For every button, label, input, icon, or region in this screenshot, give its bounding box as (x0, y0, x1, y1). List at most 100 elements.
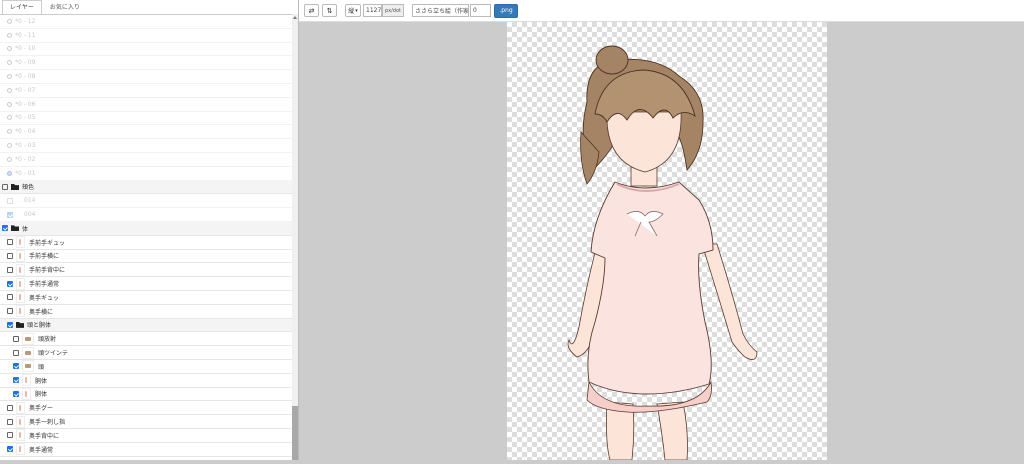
layer-thumbnail (16, 443, 25, 456)
layer-row[interactable]: 手前手通常 (0, 277, 292, 291)
radio-button[interactable] (7, 129, 12, 135)
layer-checkbox[interactable] (7, 211, 13, 218)
layer-thumbnail (16, 236, 25, 249)
layer-checkbox[interactable] (7, 446, 13, 453)
layer-row[interactable]: 頭 (0, 360, 292, 374)
layer-row[interactable]: 胴体 (0, 374, 292, 388)
folder-checkbox[interactable] (2, 183, 8, 190)
layer-radio-row[interactable]: *0 - 03 (0, 139, 292, 153)
layer-radio-row[interactable]: *0 - 09 (0, 56, 292, 71)
folder-row-cheek[interactable]: 頬色 (0, 180, 292, 195)
radio-button[interactable] (7, 87, 12, 93)
radio-button[interactable] (7, 32, 12, 38)
layer-label: *0 - 04 (15, 128, 36, 136)
folder-icon (16, 321, 24, 328)
layer-checkbox[interactable] (13, 390, 19, 397)
layer-row[interactable]: 手前手ギュッ (0, 236, 292, 250)
number-input[interactable]: 0 (470, 4, 491, 17)
radio-button[interactable] (7, 143, 12, 149)
layer-checkbox[interactable] (7, 252, 13, 259)
layer-label: *0 - 05 (15, 114, 36, 122)
folder-checkbox[interactable] (7, 321, 13, 328)
orientation-select[interactable]: 縦 ▾ (345, 4, 361, 17)
size-input[interactable]: 1127 (363, 4, 382, 17)
scrollbar-thumb[interactable] (292, 406, 298, 460)
layer-thumbnail (22, 346, 34, 359)
layer-checkbox[interactable] (7, 308, 13, 315)
layer-checkbox[interactable] (13, 335, 19, 342)
layer-radio-row[interactable]: *0 - 08 (0, 70, 292, 84)
layer-checkbox[interactable] (7, 280, 13, 287)
layer-row[interactable]: 奥手通常 (0, 443, 292, 457)
character-illustration (567, 45, 758, 461)
layer-row[interactable]: 手前手背中に (0, 263, 292, 278)
radio-button[interactable] (7, 101, 12, 107)
layer-label: 004 (24, 211, 36, 219)
layer-checkbox[interactable] (13, 363, 19, 370)
layer-radio-row[interactable]: *0 - 11 (0, 29, 292, 43)
radio-button-selected[interactable] (7, 170, 12, 176)
layer-radio-row[interactable]: *0 - 04 (0, 125, 292, 140)
tab-favorites[interactable]: お気に入り (42, 0, 88, 14)
preview-canvas[interactable] (507, 22, 827, 461)
layer-label: 手前手背中に (29, 267, 66, 275)
radio-button[interactable] (7, 46, 12, 52)
folder-row-body[interactable]: 体 (0, 221, 292, 236)
layer-row[interactable]: 頭ツインテ (0, 346, 292, 360)
radio-button[interactable] (7, 115, 12, 121)
layer-row[interactable]: 奥手背中に (0, 429, 292, 443)
layer-radio-row[interactable]: *0 - 10 (0, 43, 292, 57)
radio-button[interactable] (7, 18, 12, 24)
layer-row[interactable]: 奥手ギュッ (0, 291, 292, 305)
radio-button[interactable] (7, 156, 12, 162)
layer-row[interactable]: 手前手横に (0, 249, 292, 264)
layer-label: *0 - 12 (15, 17, 36, 25)
layer-row[interactable]: 004 (0, 208, 292, 222)
hair-bun (595, 45, 629, 75)
filename-input[interactable]: ささら立ち絵（作家 (412, 4, 469, 17)
layer-thumbnail (16, 263, 25, 276)
layer-row[interactable]: 奥手グー (0, 401, 292, 416)
folder-label: 体 (22, 225, 29, 233)
flip-horizontal-button[interactable]: ⇄ (304, 4, 319, 17)
flip-horizontal-icon: ⇄ (308, 6, 315, 15)
layer-checkbox[interactable] (13, 349, 19, 356)
folder-checkbox[interactable] (2, 225, 8, 232)
folder-row-head[interactable]: 頭と胴体 (0, 318, 292, 333)
layer-thumbnail (16, 291, 25, 304)
size-unit-label: px/dot (382, 4, 404, 17)
layer-row[interactable]: 奥手一刺し指 (0, 415, 292, 429)
layer-label: *0 - 01 (15, 169, 36, 177)
radio-button[interactable] (7, 60, 12, 66)
export-png-button[interactable]: .png (494, 3, 518, 18)
tab-layers[interactable]: レイヤー (2, 0, 42, 14)
layer-radio-row[interactable]: *0 - 01 (0, 167, 292, 181)
layer-row[interactable]: 奥手横に (0, 305, 292, 319)
layer-checkbox[interactable] (7, 239, 13, 246)
layer-radio-row[interactable]: *0 - 02 (0, 153, 292, 167)
layer-checkbox[interactable] (7, 418, 13, 425)
radio-button[interactable] (7, 74, 12, 80)
layer-thumbnail (22, 332, 34, 345)
layer-radio-row[interactable]: *0 - 06 (0, 98, 292, 112)
layer-checkbox[interactable] (7, 404, 13, 411)
layer-radio-row[interactable]: *0 - 12 (0, 15, 292, 29)
layer-row[interactable]: 014 (0, 194, 292, 209)
layer-radio-row[interactable]: *0 - 07 (0, 84, 292, 98)
layer-checkbox[interactable] (7, 197, 13, 204)
layer-checkbox[interactable] (7, 266, 13, 273)
layer-label: 奥手横に (29, 308, 54, 316)
layer-checkbox[interactable] (13, 377, 19, 384)
folder-label: 頬色 (22, 184, 35, 192)
layer-checkbox[interactable] (7, 294, 13, 301)
layer-list-scrollbar[interactable] (292, 14, 298, 460)
panel-tabs: レイヤー お気に入り (0, 0, 298, 15)
flip-vertical-icon: ⇅ (326, 6, 333, 15)
flip-vertical-button[interactable]: ⇅ (322, 4, 337, 17)
layer-radio-row[interactable]: *0 - 05 (0, 112, 292, 126)
layer-checkbox[interactable] (7, 432, 13, 439)
layer-row[interactable]: 胴体 (0, 387, 292, 402)
scroll-up-icon[interactable] (293, 16, 297, 19)
layer-row[interactable]: 頭放射 (0, 332, 292, 347)
layer-label: 頭 (38, 363, 45, 371)
